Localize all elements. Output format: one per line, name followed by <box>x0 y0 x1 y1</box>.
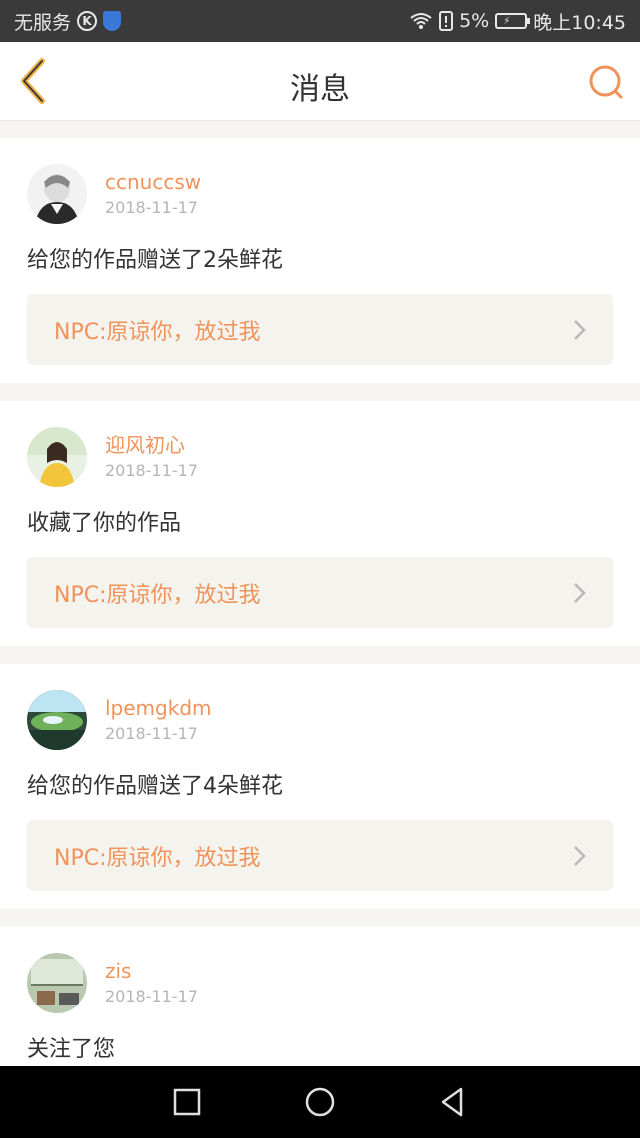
username[interactable]: zis <box>105 958 198 984</box>
message-feed: ccnuccsw 2018-11-17 给您的作品赠送了2朵鲜花 NPC:原谅你… <box>0 138 640 1101</box>
system-nav-bar <box>0 1066 640 1138</box>
work-link[interactable]: NPC:原谅你，放过我 <box>27 820 613 891</box>
recents-square-icon[interactable] <box>167 1082 207 1122</box>
clock: 晚上10:45 <box>533 11 626 34</box>
back-triangle-icon[interactable] <box>433 1082 473 1122</box>
alert-sim-icon <box>439 11 454 31</box>
work-link[interactable]: NPC:原谅你，放过我 <box>27 294 613 365</box>
chevron-right-icon <box>574 845 586 866</box>
date: 2018-11-17 <box>105 461 198 480</box>
avatar[interactable] <box>27 427 87 487</box>
avatar[interactable] <box>27 953 87 1013</box>
action-text: 给您的作品赠送了2朵鲜花 <box>27 248 283 273</box>
username[interactable]: lpemgkdm <box>105 695 212 721</box>
date: 2018-11-17 <box>105 198 198 217</box>
work-title: NPC:原谅你，放过我 <box>54 319 261 345</box>
date: 2018-11-17 <box>105 724 198 743</box>
top-navbar: 消息 <box>0 42 640 121</box>
search-icon[interactable] <box>586 62 626 102</box>
notification-card: lpemgkdm 2018-11-17 给您的作品赠送了4朵鲜花 NPC:原谅你… <box>0 664 640 909</box>
action-text: 关注了您 <box>27 1037 116 1062</box>
avatar[interactable] <box>27 690 87 750</box>
notification-card: 迎风初心 2018-11-17 收藏了你的作品 NPC:原谅你，放过我 <box>0 401 640 646</box>
wifi-icon <box>410 13 432 29</box>
k-icon: K <box>77 11 98 31</box>
carrier-text: 无服务 <box>14 11 72 34</box>
work-title: NPC:原谅你，放过我 <box>54 845 261 871</box>
work-title: NPC:原谅你，放过我 <box>54 582 261 608</box>
shield-icon <box>103 11 122 31</box>
action-text: 收藏了你的作品 <box>27 511 182 536</box>
action-text: 给您的作品赠送了4朵鲜花 <box>27 774 283 799</box>
chevron-right-icon <box>574 582 586 603</box>
status-bar: 无服务 K 5% ⚡ 晚上10:45 <box>0 0 640 42</box>
battery-percent: 5% <box>459 10 490 32</box>
page-title: 消息 <box>290 72 350 107</box>
avatar[interactable] <box>27 164 87 224</box>
chevron-right-icon <box>574 319 586 340</box>
notification-card: ccnuccsw 2018-11-17 给您的作品赠送了2朵鲜花 NPC:原谅你… <box>0 138 640 383</box>
date: 2018-11-17 <box>105 987 198 1006</box>
username[interactable]: ccnuccsw <box>105 169 201 195</box>
battery-icon: ⚡ <box>495 13 531 29</box>
username[interactable]: 迎风初心 <box>105 432 198 458</box>
notification-card: zis 2018-11-17 关注了您 <box>0 927 640 1083</box>
work-link[interactable]: NPC:原谅你，放过我 <box>27 557 613 628</box>
home-circle-icon[interactable] <box>300 1082 340 1122</box>
